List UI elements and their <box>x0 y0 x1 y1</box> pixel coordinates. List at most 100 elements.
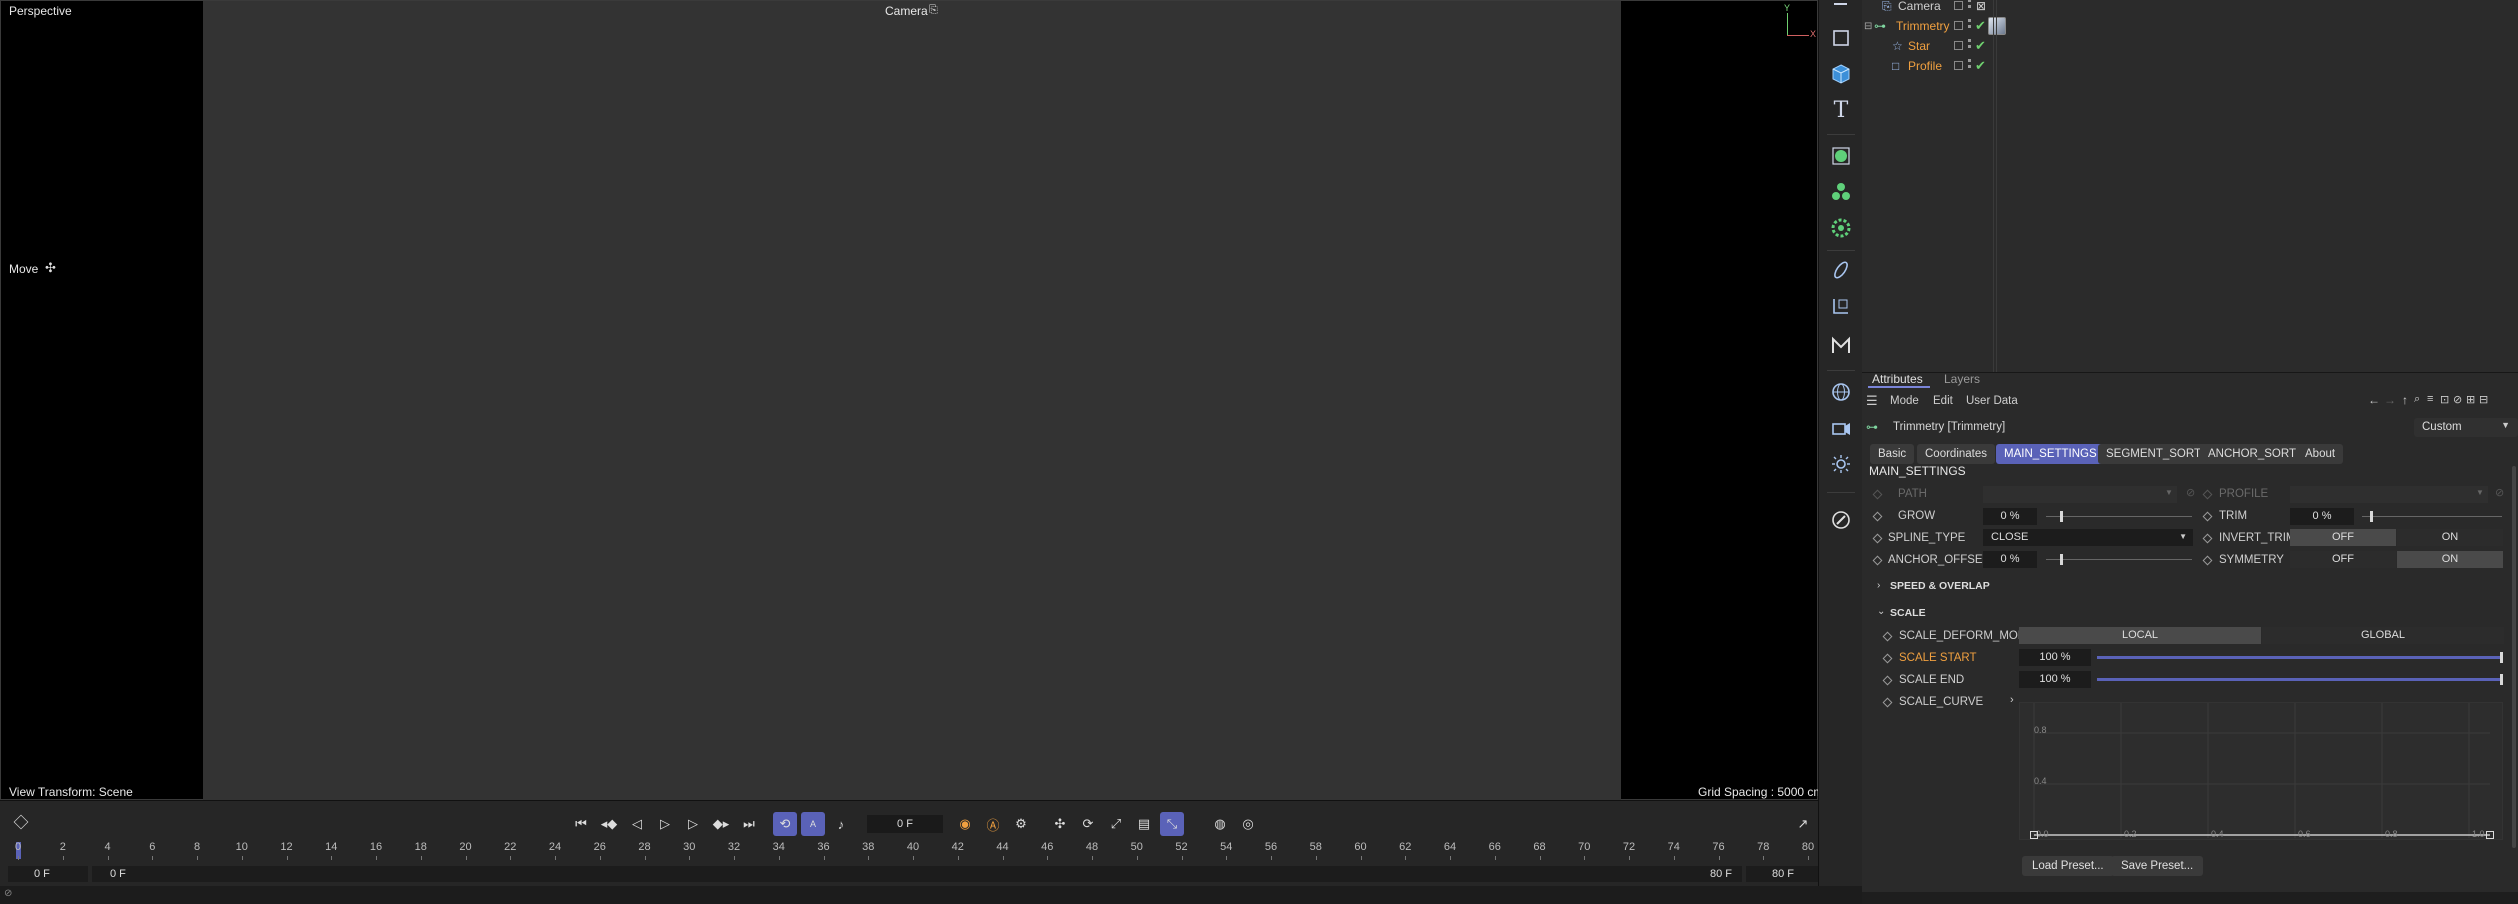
camera-tag-icon[interactable]: ⊠ <box>1976 0 1986 13</box>
scale-mode-local[interactable]: LOCAL <box>2019 627 2261 644</box>
search-icon[interactable]: ⌕ <box>2414 393 2420 406</box>
next-frame-icon[interactable]: ▷ <box>681 812 705 836</box>
editor-visibility-icon[interactable] <box>1954 21 1963 30</box>
enabled-check-icon[interactable]: ✔ <box>1975 58 1986 74</box>
sketch-icon[interactable] <box>1825 504 1857 536</box>
key-scale-icon[interactable]: ⤢ <box>1104 812 1128 836</box>
scene-globe-icon[interactable] <box>1825 376 1857 408</box>
range-start-field[interactable]: 0 F <box>8 866 88 882</box>
sound-icon[interactable]: ♪ <box>829 812 853 836</box>
hamburger-menu-icon[interactable]: ☰ <box>1866 393 1878 409</box>
camera-frame-area[interactable] <box>203 1 1621 801</box>
scale-end-field[interactable]: 100 % <box>2019 671 2091 688</box>
object-name[interactable]: Camera <box>1898 0 1941 13</box>
curve-start-point[interactable] <box>2030 831 2038 839</box>
object-row-trimmetry[interactable]: ⊟ ⊶ Trimmetry ✔ <box>1862 16 2518 36</box>
save-preset-button[interactable]: Save Preset... <box>2111 856 2204 876</box>
grow-slider-handle[interactable] <box>2060 511 2063 522</box>
expand-panel-icon[interactable]: ⊟ <box>2479 393 2488 406</box>
tab-attributes[interactable]: Attributes <box>1872 372 1923 386</box>
scale-start-field[interactable]: 100 % <box>2019 649 2091 666</box>
scale-start-slider[interactable] <box>2097 656 2501 659</box>
up-arrow-icon[interactable]: ↑ <box>2402 393 2408 407</box>
text-tool-icon[interactable]: T <box>1825 94 1857 126</box>
editor-visibility-icon[interactable] <box>1954 1 1963 10</box>
record-icon[interactable]: ◉ <box>953 812 977 836</box>
key-param-icon[interactable]: ▤ <box>1132 812 1156 836</box>
invert-trim-off[interactable]: OFF <box>2290 529 2396 546</box>
arrow-icon[interactable] <box>1825 0 1857 16</box>
camera-label[interactable]: Camera <box>885 4 928 18</box>
chevron-down-icon[interactable]: ⌄ <box>1877 606 1885 617</box>
object-row-camera[interactable]: ⎘ Camera ⊠ <box>1862 0 2518 16</box>
deformer-icon[interactable] <box>1825 254 1857 286</box>
render-dot-icon[interactable] <box>1968 5 1971 8</box>
scale-end-slider[interactable] <box>2097 678 2501 681</box>
scale-start-slider-handle[interactable] <box>2500 652 2503 663</box>
cloner-icon[interactable] <box>1825 176 1857 208</box>
grow-slider[interactable] <box>2046 516 2192 517</box>
volume-icon[interactable] <box>1825 330 1857 362</box>
group-speed-overlap[interactable]: SPEED & OVERLAP <box>1890 580 1990 592</box>
dopesheet-icon[interactable]: ◎ <box>1236 812 1260 836</box>
keyframe-settings-icon[interactable]: ⚙ <box>1009 812 1033 836</box>
filter-icon[interactable]: ≡ <box>2427 393 2433 405</box>
path-link-field[interactable] <box>1983 486 2177 503</box>
subtab-coordinates[interactable]: Coordinates <box>1917 444 1996 464</box>
anchor-offset-slider-handle[interactable] <box>2060 554 2063 565</box>
editor-visibility-icon[interactable] <box>1954 41 1963 50</box>
cube-icon[interactable] <box>1825 58 1857 90</box>
tab-layers[interactable]: Layers <box>1944 372 1980 386</box>
spline-type-select[interactable]: CLOSE ▼ <box>1983 529 2193 546</box>
subtab-about[interactable]: About <box>2297 444 2344 464</box>
light-icon[interactable] <box>1825 448 1857 480</box>
subtab-basic[interactable]: Basic <box>1870 444 1915 464</box>
previous-key-icon[interactable]: ◂◆ <box>597 812 621 836</box>
chevron-right-icon[interactable]: › <box>2010 694 2014 706</box>
picker-icon[interactable]: ⊘ <box>2495 486 2504 499</box>
anchor-offset-slider[interactable] <box>2046 559 2192 560</box>
forward-arrow-icon[interactable]: → <box>2384 393 2396 407</box>
symmetry-off[interactable]: OFF <box>2290 551 2396 568</box>
motion-system-icon[interactable]: ◍ <box>1208 812 1232 836</box>
picker-icon[interactable]: ⊘ <box>2186 486 2195 499</box>
object-row-profile[interactable]: □ Profile ✔ <box>1862 56 2518 76</box>
camera-tool-icon[interactable] <box>1825 412 1857 444</box>
scale-mode-global[interactable]: GLOBAL <box>2262 627 2504 644</box>
trim-field[interactable]: 0 % <box>2290 508 2354 525</box>
current-frame-field[interactable]: 0 F <box>867 815 943 833</box>
group-scale[interactable]: SCALE <box>1890 607 1926 619</box>
lock-icon[interactable]: ⊡ <box>2440 393 2449 406</box>
object-name[interactable]: Profile <box>1908 59 1942 73</box>
range-end-field[interactable]: 80 F <box>1746 866 1818 882</box>
render-dot-icon[interactable] <box>1968 0 1971 2</box>
go-to-start-icon[interactable]: ⏮ <box>569 812 593 836</box>
range-slider-end[interactable]: 80 F <box>1710 868 1732 880</box>
play-icon[interactable]: ▷ <box>653 812 677 836</box>
curve-end-point[interactable] <box>2486 831 2494 839</box>
trim-slider-handle[interactable] <box>2370 511 2373 522</box>
effector-icon[interactable] <box>1825 212 1857 244</box>
field-icon[interactable] <box>1825 290 1857 322</box>
scale-end-slider-handle[interactable] <box>2500 674 2503 685</box>
menu-mode[interactable]: Mode <box>1890 395 1919 407</box>
pin-icon[interactable]: ⊘ <box>2453 393 2462 406</box>
new-panel-icon[interactable]: ⊞ <box>2466 393 2475 406</box>
enabled-check-icon[interactable]: ✔ <box>1975 18 1986 34</box>
symmetry-on[interactable]: ON <box>2397 551 2503 568</box>
go-to-end-icon[interactable]: ⏭ <box>737 812 761 836</box>
load-preset-button[interactable]: Load Preset... <box>2022 856 2114 876</box>
invert-trim-on[interactable]: ON <box>2397 529 2503 546</box>
viewport[interactable]: Perspective Camera ⎘ Move ✣ View Transfo… <box>0 0 1823 801</box>
key-rotation-icon[interactable]: ⟳ <box>1076 812 1100 836</box>
subtab-segment-sort[interactable]: SEGMENT_SORT <box>2098 444 2209 464</box>
attributes-scrollbar[interactable] <box>2512 466 2516 848</box>
menu-user-data[interactable]: User Data <box>1966 395 2018 407</box>
cube-outline-icon[interactable] <box>1825 22 1857 54</box>
profile-link-field[interactable] <box>2290 486 2488 503</box>
key-pla-icon[interactable]: ⤡ <box>1160 812 1184 836</box>
subtab-anchor-sort[interactable]: ANCHOR_SORT <box>2200 444 2304 464</box>
playback-rate-icon[interactable]: A <box>801 812 825 836</box>
autokey-icon[interactable]: Ⓐ <box>981 812 1005 836</box>
range-slider[interactable]: 0 F 80 F <box>92 866 1742 882</box>
